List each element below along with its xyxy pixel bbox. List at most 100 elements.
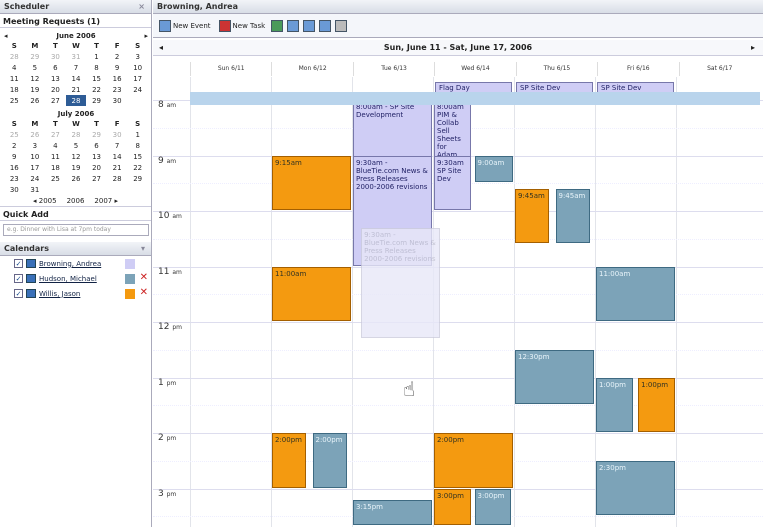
day-header[interactable]: Mon 6/12 [271,62,352,76]
day-cell[interactable]: 15 [127,151,148,162]
day-cell[interactable]: 25 [4,129,25,140]
day-cell[interactable]: 29 [86,95,107,106]
calendar-event[interactable]: 9:45am [515,188,550,244]
day-cell[interactable]: 15 [86,73,107,84]
day-column[interactable] [190,77,191,527]
print-icon[interactable] [335,19,348,32]
calendar-item[interactable]: ✓ Browning, Andrea [0,256,151,271]
day-cell[interactable]: 27 [45,129,66,140]
day-cell[interactable] [86,184,107,195]
day-header[interactable]: Fri 6/16 [597,62,678,76]
day-cell[interactable]: 26 [25,129,46,140]
color-swatch[interactable] [125,289,135,299]
day-cell[interactable]: 4 [45,140,66,151]
calendar-event[interactable]: 9:30am SP Site Dev [434,155,471,210]
calendar-event[interactable]: 1:00pm [596,377,633,432]
calendar-name[interactable]: Hudson, Michael [39,275,97,283]
close-icon[interactable]: × [138,2,145,11]
day-cell[interactable]: 17 [127,73,148,84]
day-cell[interactable]: 5 [25,62,46,73]
delete-icon[interactable]: ✕ [140,287,148,298]
delete-icon[interactable]: ✕ [140,272,148,283]
day-cell[interactable]: 20 [86,162,107,173]
day-cell[interactable]: 24 [127,84,148,95]
day-cell[interactable]: 30 [45,51,66,62]
day-header[interactable]: Wed 6/14 [434,62,515,76]
day-cell[interactable]: 18 [4,84,25,95]
day-cell[interactable]: 9 [4,151,25,162]
day-cell[interactable]: 10 [127,62,148,73]
day-cell[interactable]: 29 [127,173,148,184]
calendar-event[interactable]: 9:15am [272,155,351,210]
meeting-requests[interactable]: Meeting Requests (1) [0,14,151,28]
week-grid[interactable]: 8 am 9 am 10 am 11 am 12 pm 1 pm 2 pm 3 pm Flag … [153,77,763,527]
day-cell[interactable]: 9 [107,62,128,73]
prev-month-icon[interactable]: ◂ [4,32,8,40]
day-cell[interactable]: 6 [45,62,66,73]
day-header[interactable]: Sun 6/11 [190,62,271,76]
current-year-link[interactable]: 2006 [67,197,85,205]
day-cell[interactable]: 5 [66,140,87,151]
day-cell[interactable]: 23 [107,84,128,95]
day-column[interactable] [676,77,677,527]
day-cell[interactable]: 7 [107,140,128,151]
calendar-name[interactable]: Browning, Andrea [39,260,101,268]
day-cell[interactable]: 21 [66,84,87,95]
day-cell[interactable]: 27 [86,173,107,184]
day-header[interactable]: Tue 6/13 [352,62,434,76]
day-cell[interactable]: 3 [25,140,46,151]
day-cell[interactable]: 28 [4,51,25,62]
quick-add-input[interactable]: e.g. Dinner with Lisa at 7pm today [3,224,149,236]
next-month-icon[interactable]: ▸ [144,32,148,40]
calendar-event[interactable]: 2:00pm [312,433,347,488]
day-cell[interactable]: 20 [45,84,66,95]
day-cell[interactable]: 3 [127,51,148,62]
day-cell[interactable]: 7 [66,62,87,73]
calendar-item[interactable]: ✓ Hudson, Michael ✕ [0,271,151,286]
dropdown-icon[interactable]: ▾ [141,244,145,253]
day-cell[interactable]: 26 [66,173,87,184]
day-cell[interactable]: 16 [107,73,128,84]
day-cell[interactable]: 22 [86,84,107,95]
day-cell[interactable]: 1 [86,51,107,62]
day-cell[interactable]: 4 [4,62,25,73]
day-cell[interactable]: 11 [4,73,25,84]
day-cell[interactable]: 12 [25,73,46,84]
day-cell[interactable]: 19 [25,84,46,95]
day-cell[interactable]: 23 [4,173,25,184]
calendar-event[interactable]: 12:30pm [515,349,594,405]
day-cell[interactable]: 28 [107,173,128,184]
day-cell[interactable]: 16 [4,162,25,173]
day-cell[interactable]: 19 [66,162,87,173]
day-cell[interactable] [127,95,148,106]
prev-week-icon[interactable]: ◂ [159,43,163,52]
day-column[interactable] [514,77,515,527]
day-cell[interactable]: 29 [86,129,107,140]
day-cell[interactable]: 6 [86,140,107,151]
day-cell[interactable]: 28 [66,129,87,140]
day-cell[interactable]: 8 [127,140,148,151]
day-cell[interactable]: 30 [107,129,128,140]
new-task-button[interactable]: New Task [217,18,268,34]
color-swatch[interactable] [125,259,135,269]
calendar-event[interactable]: 2:00pm [272,433,307,488]
calendar-event[interactable]: 3:15pm [353,499,432,525]
day-cell[interactable]: 17 [25,162,46,173]
day-cell[interactable]: 31 [66,51,87,62]
day-cell[interactable]: 1 [127,129,148,140]
calendar-event[interactable]: 3:00pm [474,488,512,525]
day-cell[interactable]: 2 [107,51,128,62]
day-cell[interactable]: 21 [107,162,128,173]
week-view-icon[interactable] [303,19,316,32]
day-cell[interactable]: 30 [4,184,25,195]
day-cell[interactable] [45,184,66,195]
day-cell[interactable]: 25 [4,95,25,106]
day-cell[interactable]: 2 [4,140,25,151]
day-view-icon[interactable] [287,19,300,32]
day-cell[interactable]: 31 [25,184,46,195]
day-cell[interactable]: 30 [107,95,128,106]
month-view-icon[interactable] [319,19,332,32]
day-cell[interactable]: 25 [45,173,66,184]
day-cell[interactable] [107,184,128,195]
calendar-event[interactable]: 2:00pm [434,433,513,488]
